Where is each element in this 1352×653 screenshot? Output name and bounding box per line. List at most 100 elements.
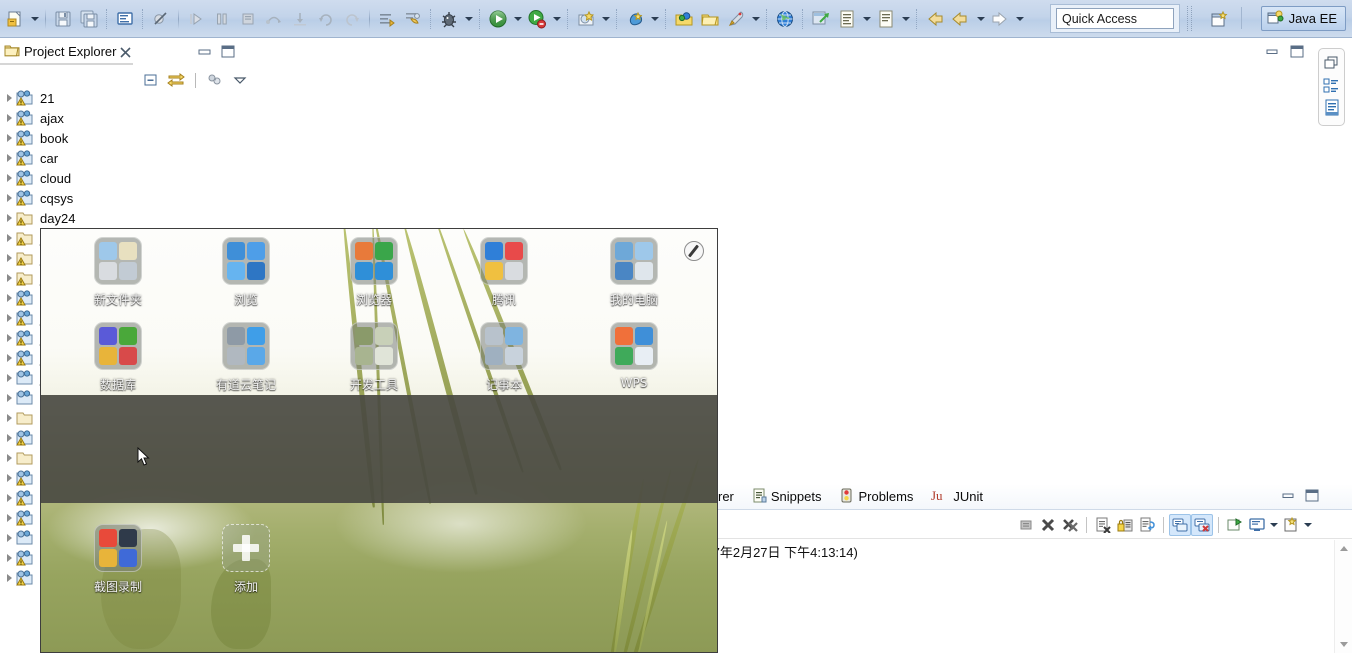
project-explorer-tab[interactable]: Project Explorer [4,40,132,62]
debug-icon[interactable] [437,7,461,31]
report-icon[interactable] [835,7,859,31]
console-output-area[interactable]: vaw.exe (2017年2月27日 下午4:13:14) [628,540,1352,653]
report2-dropdown-arrow[interactable] [899,7,912,31]
new-project-dropdown-arrow[interactable] [599,7,612,31]
tree-expand-arrow[interactable] [2,528,16,548]
open-type-icon[interactable] [672,7,696,31]
scroll-down-arrow[interactable] [1335,636,1352,653]
collapse-all-icon[interactable] [140,70,162,90]
tree-expand-arrow[interactable] [2,88,16,108]
display-selected-console-icon[interactable] [1246,514,1268,536]
step-over-icon[interactable] [262,7,286,31]
console-maximize-icon[interactable] [1305,489,1319,502]
perspective-javaee-button[interactable]: Java EE [1260,6,1346,31]
terminal-icon[interactable] [113,7,137,31]
tree-expand-arrow[interactable] [2,288,16,308]
next-icon[interactable] [988,7,1012,31]
open-console-dropdown-arrow[interactable] [1302,514,1314,536]
toolbar-drag-handle[interactable] [1187,6,1192,31]
search-icon[interactable] [623,7,647,31]
tree-item-day24-6[interactable]: day24 [0,208,720,228]
console-tab-snippets[interactable]: Snippets [743,485,831,509]
step-back-icon[interactable] [340,7,364,31]
back-dropdown-arrow[interactable] [974,7,987,31]
clear-console-icon[interactable] [1092,514,1114,536]
tree-item-cqsys-5[interactable]: cqsys [0,188,720,208]
tree-expand-arrow[interactable] [2,388,16,408]
quick-access-input[interactable] [1056,8,1174,29]
next-annotation-icon[interactable] [375,7,399,31]
restore-icon[interactable] [1323,54,1341,72]
coverage-icon[interactable] [525,7,549,31]
tree-expand-arrow[interactable] [2,148,16,168]
globe-icon[interactable] [773,7,797,31]
tree-expand-arrow[interactable] [2,428,16,448]
desktop-icon-youdao-note[interactable]: 有道云笔记 [201,322,291,393]
new-file-icon[interactable] [3,7,27,31]
open-resource-icon[interactable] [724,7,748,31]
link-with-editor-icon[interactable] [165,70,187,90]
tree-expand-arrow[interactable] [2,248,16,268]
show-console-on-output-icon[interactable] [1169,513,1191,536]
remove-launch-icon[interactable] [1037,514,1059,536]
forward-icon[interactable] [949,7,973,31]
maximize-icon[interactable] [220,45,236,59]
tree-expand-arrow[interactable] [2,368,16,388]
report2-icon[interactable] [874,7,898,31]
tree-expand-arrow[interactable] [2,568,16,588]
tree-expand-arrow[interactable] [2,448,16,468]
report-dropdown-arrow[interactable] [860,7,873,31]
tree-item-cloud-4[interactable]: cloud [0,168,720,188]
tree-expand-arrow[interactable] [2,108,16,128]
desktop-icon-screen-record[interactable]: 截图录制 [73,524,163,595]
tree-item-21-0[interactable]: 21 [0,88,720,108]
desktop-icon-browsers[interactable]: 浏览器 [329,237,419,308]
scroll-up-arrow[interactable] [1335,540,1352,557]
skip-breakpoints-icon[interactable] [149,7,173,31]
view-filter-icon[interactable] [204,70,226,90]
coverage-dropdown-arrow[interactable] [550,7,563,31]
run-dropdown-arrow[interactable] [511,7,524,31]
open-console-icon[interactable] [1280,514,1302,536]
tree-expand-arrow[interactable] [2,268,16,288]
deploy-icon[interactable] [809,7,833,31]
scroll-lock-icon[interactable] [1114,514,1136,536]
desktop-icon-tencent[interactable]: 腾讯 [459,237,549,308]
search-dropdown-arrow[interactable] [648,7,661,31]
word-wrap-icon[interactable] [1136,514,1158,536]
terminate-icon[interactable] [236,7,260,31]
open-dropdown-arrow[interactable] [749,7,762,31]
tree-expand-arrow[interactable] [2,208,16,228]
run-icon[interactable] [486,7,510,31]
pen-icon[interactable] [684,241,704,261]
remove-all-launches-icon[interactable] [1059,514,1081,536]
console-minimize-icon[interactable] [1282,490,1296,502]
view-menu-chevron-icon[interactable] [229,70,251,90]
tree-expand-arrow[interactable] [2,408,16,428]
properties-view-icon[interactable] [1323,98,1341,116]
desktop-icon-my-computer[interactable]: 我的电脑 [589,237,679,308]
step-into-icon[interactable] [288,7,312,31]
new-perspective-icon[interactable] [1206,7,1232,31]
console-tab-problems[interactable]: Problems [830,485,922,509]
close-icon[interactable] [120,46,132,58]
tree-item-ajax-1[interactable]: ajax [0,108,720,128]
desktop-screen-capture-overlay[interactable]: 新文件夹 浏览 浏览器 腾讯 我的电脑 数据库 有道云笔记 开发工具 记事本 WPS 截图录制 添加 [40,228,718,653]
minimize-icon[interactable] [197,45,213,59]
desktop-icon-add[interactable]: 添加 [201,524,291,595]
show-console-on-error-icon[interactable] [1191,513,1213,536]
step-return-icon[interactable] [314,7,338,31]
tree-expand-arrow[interactable] [2,488,16,508]
open-task-icon[interactable] [698,7,722,31]
desktop-icon-database[interactable]: 数据库 [73,322,163,393]
suspend-icon[interactable] [210,7,234,31]
tree-expand-arrow[interactable] [2,348,16,368]
tree-expand-arrow[interactable] [2,508,16,528]
window-minimize-icon[interactable] [1266,46,1280,58]
tree-expand-arrow[interactable] [2,548,16,568]
back-icon[interactable] [923,7,947,31]
tree-expand-arrow[interactable] [2,188,16,208]
desktop-icon-new-folder[interactable]: 新文件夹 [73,237,163,308]
tree-expand-arrow[interactable] [2,468,16,488]
desktop-icon-browse[interactable]: 浏览 [201,237,291,308]
